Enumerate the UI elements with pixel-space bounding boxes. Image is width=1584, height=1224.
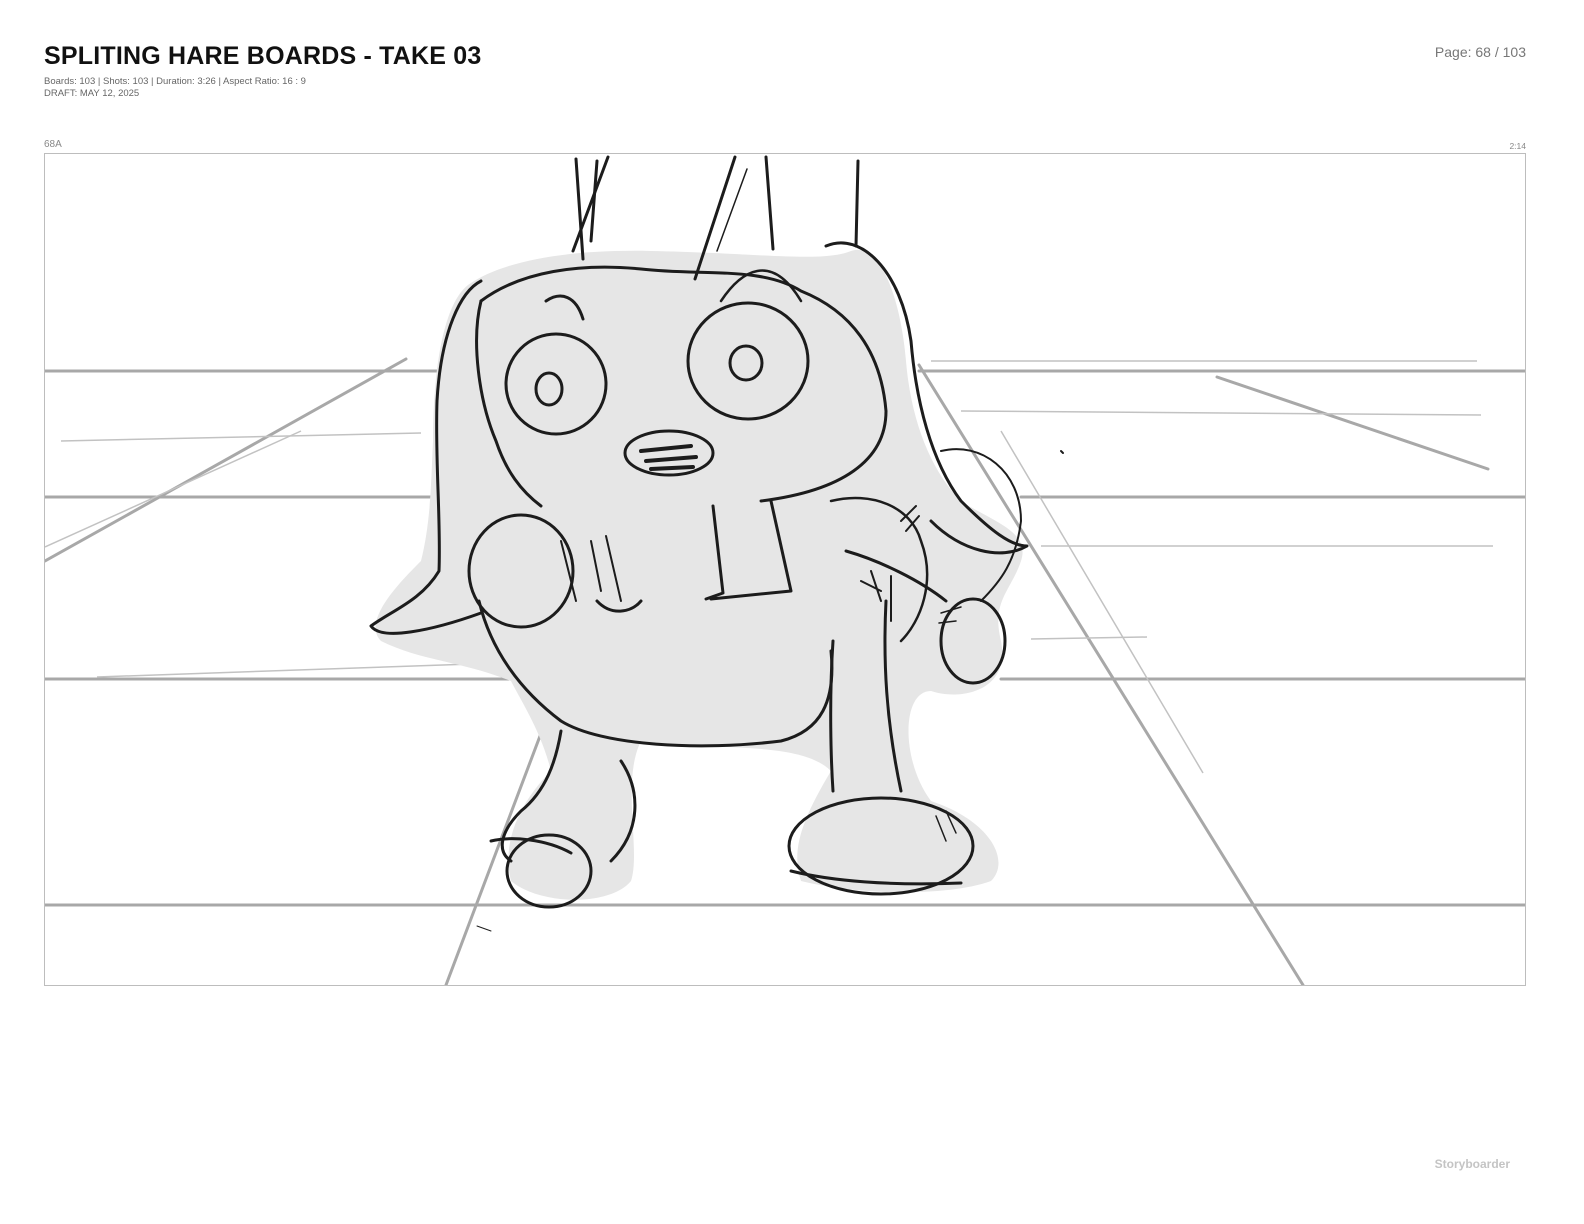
page-number: Page: 68 / 103 — [1434, 44, 1526, 60]
draft-date: DRAFT: MAY 12, 2025 — [44, 88, 140, 99]
board-stats: Boards: 103 | Shots: 103 | Duration: 3:2… — [44, 76, 306, 87]
storyboard-panel — [44, 153, 1526, 986]
storyboarder-brand: Storyboarder — [1434, 1157, 1510, 1171]
board-time: 2:14 — [1509, 141, 1526, 151]
document-meta: Boards: 103 | Shots: 103 | Duration: 3:2… — [44, 76, 306, 100]
sketch-tone — [375, 249, 1023, 900]
document-title: SPLITING HARE BOARDS - TAKE 03 — [44, 42, 482, 70]
rabbit-sketch-illustration — [45, 155, 1525, 985]
board-id: 68A — [44, 139, 62, 150]
